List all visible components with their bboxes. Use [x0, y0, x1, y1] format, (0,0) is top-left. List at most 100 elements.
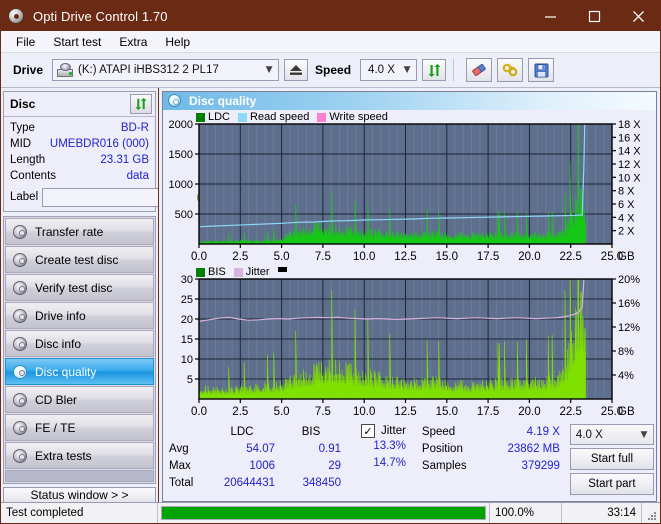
menu-extra[interactable]: Extra: [110, 33, 156, 51]
sidebar-item-extra-tests[interactable]: Extra tests: [5, 442, 154, 469]
sidebar-item-create-test-disc[interactable]: Create test disc: [5, 246, 154, 273]
sidebar-item-label: CD Bler: [35, 392, 78, 407]
stats-header-bis: BIS: [301, 426, 321, 438]
disc-info-rows: Type BD-R MID UMEBDR016 (000) Length 23.…: [4, 117, 212, 211]
sidebar-item-disc-quality[interactable]: Disc quality: [5, 358, 154, 385]
disc-quality-panel: Disc quality LDC Read speed Write speed …: [162, 91, 657, 502]
svg-text:8%: 8%: [618, 346, 634, 358]
progress-track: [161, 506, 486, 520]
svg-text:15.0: 15.0: [436, 251, 458, 263]
svg-text:0.0: 0.0: [191, 406, 207, 418]
app-disc-icon: [7, 7, 25, 25]
stats-ldc-avg: 54.07: [246, 443, 275, 455]
position-value: 23862 MB: [507, 443, 560, 455]
disc-row-mid: MID UMEBDR016 (000): [10, 136, 149, 152]
speed-row: Speed 4.19 X: [422, 424, 560, 441]
keys-icon: [502, 63, 517, 76]
legend-label-ldc: LDC: [208, 111, 231, 123]
eject-button[interactable]: [284, 59, 309, 81]
svg-text:4%: 4%: [618, 370, 634, 382]
svg-text:4 X: 4 X: [618, 212, 635, 224]
test-speed-select[interactable]: 4.0 X ▼: [569, 424, 654, 445]
speed-select[interactable]: 4.0 X ▼: [360, 59, 418, 81]
disc-refresh-button[interactable]: [130, 94, 152, 114]
sidebar-item-label: Verify test disc: [35, 280, 113, 295]
test-speed-value: 4.0 X: [575, 428, 603, 441]
samples-row: Samples 379299: [422, 458, 560, 475]
close-icon[interactable]: [616, 1, 660, 31]
sidebar-item-verify-test-disc[interactable]: Verify test disc: [5, 274, 154, 301]
ldc-chart-legend: LDC Read speed Write speed: [196, 111, 392, 123]
sidebar-item-disc-info[interactable]: Disc info: [5, 330, 154, 357]
sidebar-item-label: Drive info: [35, 308, 86, 323]
jitter-column: ✓ Jitter 13.3% 14.7%: [361, 424, 406, 495]
sidebar-item-transfer-rate[interactable]: Transfer rate: [5, 218, 154, 245]
svg-text:1000: 1000: [169, 179, 193, 191]
sidebar-item-fe-te[interactable]: FE / TE: [5, 414, 154, 441]
keys-button[interactable]: [497, 58, 524, 82]
menu-start-test[interactable]: Start test: [44, 33, 110, 51]
minimize-icon[interactable]: [528, 1, 572, 31]
svg-text:17.5: 17.5: [477, 251, 499, 263]
svg-text:18 X: 18 X: [618, 119, 641, 131]
svg-text:30: 30: [181, 274, 193, 286]
stats-table: LDC BIS Avg 54.07 0.91 Max 1006 29 Total…: [165, 424, 347, 495]
eject-icon: [290, 65, 303, 75]
legend-swatch-read-speed: [238, 112, 248, 122]
disc-icon: [12, 420, 28, 436]
legend-swatch-bis: [196, 267, 205, 277]
stats-ldc-max: 1006: [249, 460, 275, 472]
svg-text:7.5: 7.5: [315, 406, 331, 418]
refresh-button[interactable]: [422, 59, 447, 81]
save-button[interactable]: [528, 58, 555, 82]
svg-text:5.0: 5.0: [274, 251, 290, 263]
speed-column: Speed 4.19 X Position 23862 MB Samples 3…: [422, 424, 560, 495]
speed-label: Speed: [315, 63, 352, 77]
disc-icon: [12, 280, 28, 296]
menu-help[interactable]: Help: [156, 33, 199, 51]
drive-select[interactable]: (K:) ATAPI iHBS312 2 PL17 ▼: [52, 59, 280, 81]
position-key: Position: [421, 443, 463, 455]
legend-swatch-write-speed: [317, 112, 327, 122]
status-window-button[interactable]: Status window > >: [3, 487, 156, 503]
maximize-icon[interactable]: [572, 1, 616, 31]
progress-fill: [162, 507, 485, 519]
svg-text:2 X: 2 X: [618, 226, 635, 238]
disc-contents-value: data: [126, 170, 149, 182]
drive-select-value: (K:) ATAPI iHBS312 2 PL17: [78, 64, 219, 76]
eraser-icon: [471, 63, 486, 76]
resize-grip-icon[interactable]: [642, 503, 660, 523]
legend-swatch-jitter: [233, 267, 243, 277]
sidebar-item-label: Extra tests: [35, 448, 92, 463]
bis-jitter-chart: 5 10 15 20 25 30 4% 8% 12% 16% 20% 0.0 2.5 5.0 7.5 10.0…: [181, 274, 640, 418]
app-window: Opti Drive Control 1.70 File Start test …: [0, 0, 661, 524]
jitter-avg: 13.3%: [373, 440, 406, 452]
sidebar-nav: Transfer rate Create test disc Verify te…: [3, 216, 156, 484]
legend-label-bis: BIS: [208, 266, 226, 278]
chevron-down-icon: ▼: [403, 65, 411, 75]
legend-marker-icon: [277, 266, 287, 272]
svg-text:7.5: 7.5: [315, 251, 331, 263]
stats-bis-avg: 0.91: [318, 443, 341, 455]
disc-info-box: Disc Type BD-R MID UMEBDR016 (000) Lengt…: [3, 91, 212, 212]
start-full-button[interactable]: Start full: [569, 448, 654, 470]
disc-icon: [12, 364, 28, 380]
sidebar-item-label: Disc quality: [35, 364, 97, 379]
sidebar-item-cd-bler[interactable]: CD Bler: [5, 386, 154, 413]
jitter-header: ✓ Jitter: [361, 424, 406, 438]
bis-chart-legend: BIS Jitter: [196, 266, 287, 278]
disc-label-row: Label: [10, 187, 212, 207]
title-bar: Opti Drive Control 1.70: [1, 1, 660, 31]
panel-header: Disc quality: [163, 92, 656, 110]
svg-text:16%: 16%: [618, 298, 640, 310]
sidebar-item-drive-info[interactable]: Drive info: [5, 302, 154, 329]
menu-file[interactable]: File: [7, 33, 44, 51]
disc-mid-value: UMEBDR016 (000): [49, 138, 149, 150]
erase-button[interactable]: [466, 58, 493, 82]
start-part-button[interactable]: Start part: [569, 473, 654, 495]
svg-text:12.5: 12.5: [394, 251, 416, 263]
svg-text:10 X: 10 X: [618, 172, 641, 184]
svg-text:1500: 1500: [169, 149, 193, 161]
disc-icon: [12, 392, 28, 408]
jitter-checkbox[interactable]: ✓: [361, 424, 375, 438]
